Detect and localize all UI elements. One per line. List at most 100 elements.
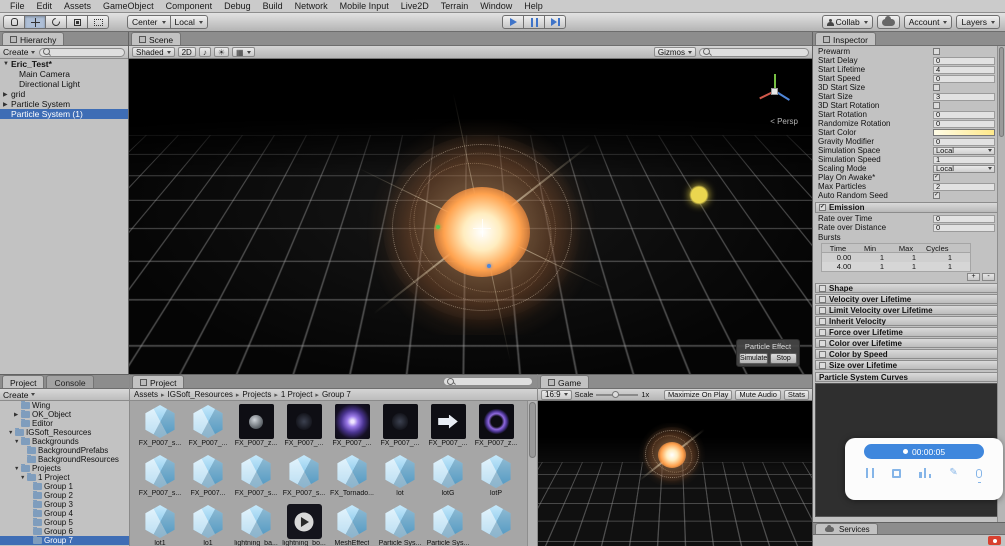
disclosure-arrow-icon[interactable]: ▼ [14, 439, 21, 445]
property-field[interactable]: 1 [933, 156, 995, 164]
asset-item[interactable]: Particle Sys... [376, 504, 424, 546]
tab-project[interactable]: Project [2, 375, 44, 388]
scene-effects-dropdown[interactable]: ▦ [232, 47, 255, 57]
menu-item[interactable]: Network [289, 1, 334, 11]
asset-item[interactable]: FX_P007_... [328, 404, 376, 452]
particle-system-curves-header[interactable]: Particle System Curves [815, 372, 1003, 382]
property-field[interactable]: 0 [933, 224, 995, 232]
breadcrumb-segment[interactable]: Assets [134, 390, 158, 399]
disclosure-arrow-icon[interactable]: ▼ [8, 430, 15, 436]
recorder-pause-button[interactable] [866, 468, 874, 478]
asset-item[interactable]: Particle Sys... [424, 504, 472, 546]
burst-row[interactable]: 4.00 1 1 1 [822, 262, 970, 271]
asset-item[interactable]: lotG [424, 454, 472, 502]
folder-tree-item[interactable]: ▼ Projects [0, 464, 129, 473]
asset-item[interactable]: FX_P007_z... [472, 404, 520, 452]
emission-module-header[interactable]: Emission [815, 202, 1003, 213]
particle-module-bar[interactable]: Force over Lifetime [815, 327, 1003, 337]
asset-item[interactable]: FX_P007_s... [136, 454, 184, 502]
asset-item[interactable]: FX_P007_s... [232, 454, 280, 502]
mute-audio-toggle[interactable]: Mute Audio [735, 390, 781, 400]
recorder-stats-button[interactable] [919, 468, 931, 478]
asset-item[interactable]: FX_Tornado... [328, 454, 376, 502]
disclosure-arrow-icon[interactable]: ▶ [3, 101, 11, 108]
scene-search-input[interactable] [699, 48, 809, 57]
folder-tree-item[interactable]: Wing [0, 401, 129, 410]
scrollbar-thumb[interactable] [529, 402, 536, 458]
particle-module-bar[interactable]: Color over Lifetime [815, 338, 1003, 348]
maximize-on-play-toggle[interactable]: Maximize On Play [664, 390, 732, 400]
create-dropdown[interactable]: Create [3, 47, 35, 57]
module-checkbox[interactable] [819, 329, 826, 336]
game-viewport[interactable] [538, 401, 812, 546]
burst-add-button[interactable]: + [967, 273, 980, 281]
property-field[interactable]: 0 [933, 215, 995, 223]
disclosure-arrow-icon[interactable]: ▶ [14, 412, 21, 418]
scale-tool-button[interactable] [66, 15, 88, 29]
scene-viewport[interactable]: < Persp Particle Effect Simulate Stop [129, 59, 812, 374]
folder-tree-item[interactable]: ▼ Backgrounds [0, 437, 129, 446]
property-field[interactable]: 0 [933, 111, 995, 119]
property-dropdown[interactable]: Local [933, 165, 995, 173]
particle-module-bar[interactable]: Size over Lifetime [815, 360, 1003, 370]
tab-console[interactable]: Console [46, 375, 93, 388]
start-color-swatch[interactable] [933, 129, 995, 136]
property-field[interactable]: 0 [933, 75, 995, 83]
tab-services[interactable]: Services [815, 523, 878, 534]
tab-scene[interactable]: Scene [131, 32, 181, 45]
asset-item[interactable]: lot [376, 454, 424, 502]
property-field[interactable]: 0 [933, 138, 995, 146]
burst-remove-button[interactable]: - [982, 273, 995, 281]
menu-item[interactable]: Component [160, 1, 219, 11]
pause-button[interactable] [523, 15, 545, 29]
breadcrumb-segment[interactable]: Group 7 [322, 390, 351, 399]
layers-dropdown[interactable]: Layers [956, 15, 1000, 29]
gizmos-dropdown[interactable]: Gizmos [654, 47, 696, 57]
disclosure-arrow-icon[interactable]: ▼ [20, 475, 27, 481]
property-field[interactable]: 0 [933, 120, 995, 128]
gizmo-hub[interactable] [771, 88, 778, 95]
recorder-tray-icon[interactable] [988, 536, 1001, 545]
menu-item[interactable]: Live2D [395, 1, 435, 11]
cloud-button[interactable] [877, 15, 900, 29]
pivot-toggle-button[interactable]: Center [127, 15, 171, 29]
asset-item[interactable]: FX_P007... [184, 454, 232, 502]
particle-module-bar[interactable]: Color by Speed [815, 349, 1003, 359]
aspect-ratio-dropdown[interactable]: 16:9 [541, 390, 572, 400]
asset-item[interactable]: lightning_ba... [232, 504, 280, 546]
move-tool-button[interactable] [24, 15, 46, 29]
recorder-pen-button[interactable]: ✎ [949, 468, 957, 478]
asset-item[interactable]: FX_P007_... [424, 404, 472, 452]
account-dropdown[interactable]: Account [904, 15, 953, 29]
simulate-button[interactable]: Simulate [739, 353, 768, 364]
particle-module-bar[interactable]: Velocity over Lifetime [815, 294, 1003, 304]
tab-game[interactable]: Game [540, 375, 589, 388]
folder-tree-item[interactable]: ▶ OK_Object [0, 410, 129, 419]
menu-item[interactable]: Debug [218, 1, 257, 11]
menu-item[interactable]: Mobile Input [334, 1, 395, 11]
asset-item[interactable]: MeshEffect [328, 504, 376, 546]
tab-project-main[interactable]: Project [132, 375, 184, 388]
folder-tree-item[interactable]: Group 2 [0, 491, 129, 500]
2d-toggle-button[interactable]: 2D [178, 47, 196, 57]
asset-item[interactable]: FX_P007_s... [280, 454, 328, 502]
folder-tree-item[interactable]: BackgroundResources [0, 455, 129, 464]
module-checkbox[interactable] [819, 318, 826, 325]
scene-audio-toggle[interactable]: ♪ [199, 47, 211, 57]
menu-item[interactable]: Assets [58, 1, 97, 11]
asset-item[interactable]: lot1 [136, 504, 184, 546]
project-search-input[interactable] [443, 377, 533, 386]
asset-item[interactable]: lightning_bo... [280, 504, 328, 546]
folder-tree-item[interactable]: Group 5 [0, 518, 129, 527]
step-button[interactable] [544, 15, 566, 29]
folder-tree-item[interactable]: BackgroundPrefabs [0, 446, 129, 455]
asset-item[interactable]: lo1 [184, 504, 232, 546]
scrollbar-thumb[interactable] [999, 47, 1004, 137]
asset-item[interactable]: FX_P007_z... [232, 404, 280, 452]
menu-item[interactable]: Build [257, 1, 289, 11]
menu-item[interactable]: File [4, 1, 31, 11]
asset-item[interactable]: FX_P007_... [376, 404, 424, 452]
module-checkbox[interactable] [819, 307, 826, 314]
rect-tool-button[interactable] [87, 15, 109, 29]
asset-item[interactable]: FX_P007_s... [136, 404, 184, 452]
